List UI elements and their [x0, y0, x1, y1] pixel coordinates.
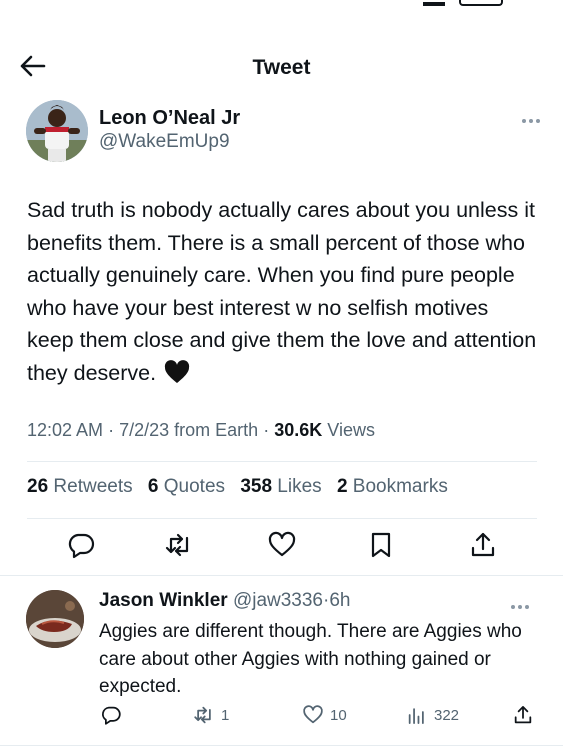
bookmarks-count: 2	[336, 476, 348, 497]
likes-stat[interactable]: 358 Likes	[240, 476, 321, 497]
quotes-stat[interactable]: 6 Quotes	[148, 476, 225, 497]
reply-more-options-icon[interactable]	[511, 596, 535, 609]
tweet-author: Leon O’Neal Jr @WakeEmUp9	[26, 100, 546, 164]
reply-reply-button[interactable]	[100, 702, 128, 728]
divider	[27, 461, 537, 462]
reply-retweet-button[interactable]: 1	[193, 702, 229, 728]
reply-author-handle[interactable]: @jaw3336	[233, 590, 323, 611]
meta-separator: ·	[108, 420, 115, 440]
quotes-count: 6	[147, 476, 159, 497]
reply-icon[interactable]	[66, 530, 96, 560]
battery-icon	[459, 0, 503, 6]
bookmarks-label: Bookmarks	[352, 476, 448, 497]
retweet-icon[interactable]	[164, 530, 194, 560]
black-heart-emoji-icon	[164, 359, 190, 386]
tweet-actions	[44, 530, 519, 564]
meta-separator: ·	[263, 420, 270, 440]
signal-icon	[423, 0, 445, 6]
tweet-source: from Earth	[174, 420, 259, 440]
divider	[27, 518, 537, 519]
reply-retweet-count: 1	[221, 706, 230, 724]
share-icon[interactable]	[468, 530, 498, 560]
like-icon[interactable]	[267, 530, 297, 560]
divider	[0, 745, 563, 746]
retweets-count: 26	[27, 476, 49, 497]
retweets-stat[interactable]: 26 Retweets	[27, 476, 133, 497]
more-options-icon[interactable]	[522, 110, 546, 123]
retweets-label: Retweets	[53, 476, 133, 497]
reply-text: Aggies are different though. There are A…	[99, 621, 522, 697]
author-handle[interactable]: @WakeEmUp9	[99, 130, 240, 154]
author-name[interactable]: Leon O’Neal Jr	[99, 106, 240, 130]
tweet-stats: 26 Retweets 6 Quotes 358 Likes 2 Bookmar…	[27, 476, 458, 498]
tweet-meta: 12:02 AM · 7/2/23 from Earth · 30.6K Vie…	[27, 420, 375, 441]
reply-time: 6h	[329, 590, 351, 611]
tweet-text: Sad truth is nobody actually cares about…	[27, 194, 537, 389]
reply-avatar[interactable]	[26, 590, 84, 648]
reply-like-count: 10	[330, 706, 347, 724]
views-count: 30.6K	[274, 420, 323, 440]
likes-label: Likes	[277, 476, 322, 497]
status-bar	[0, 0, 563, 14]
reply-like-button[interactable]: 10	[302, 702, 347, 728]
quotes-label: Quotes	[163, 476, 226, 497]
reply-icon	[102, 706, 121, 725]
avatar[interactable]	[26, 100, 88, 162]
views-link[interactable]: 30.6K Views	[274, 420, 375, 440]
views-label: Views	[327, 420, 375, 440]
views-icon	[408, 708, 424, 724]
retweet-icon	[194, 706, 211, 724]
reply-author-name[interactable]: Jason Winkler	[99, 590, 228, 611]
reply-tweet[interactable]: Jason Winkler @jaw3336·6h Aggies are dif…	[0, 576, 563, 750]
reply-header: Jason Winkler @jaw3336·6h	[99, 590, 350, 612]
reply-share-button[interactable]	[512, 702, 540, 728]
tweet-text-content: Sad truth is nobody actually cares about…	[27, 198, 537, 385]
reply-actions: 1 10 322	[100, 702, 539, 730]
reply-views-count: 322	[434, 706, 460, 724]
share-icon	[514, 706, 532, 724]
author-info: Leon O’Neal Jr @WakeEmUp9	[99, 106, 240, 154]
tweet-date: 7/2/23	[119, 420, 170, 440]
bookmark-icon[interactable]	[366, 530, 396, 560]
bookmarks-stat[interactable]: 2 Bookmarks	[337, 476, 448, 497]
like-icon	[303, 705, 323, 724]
reply-views-button[interactable]: 322	[406, 702, 459, 728]
likes-count: 358	[240, 476, 273, 497]
tweet-time: 12:02 AM	[27, 420, 104, 440]
page-title: Tweet	[252, 56, 311, 79]
header: Tweet	[0, 14, 563, 94]
